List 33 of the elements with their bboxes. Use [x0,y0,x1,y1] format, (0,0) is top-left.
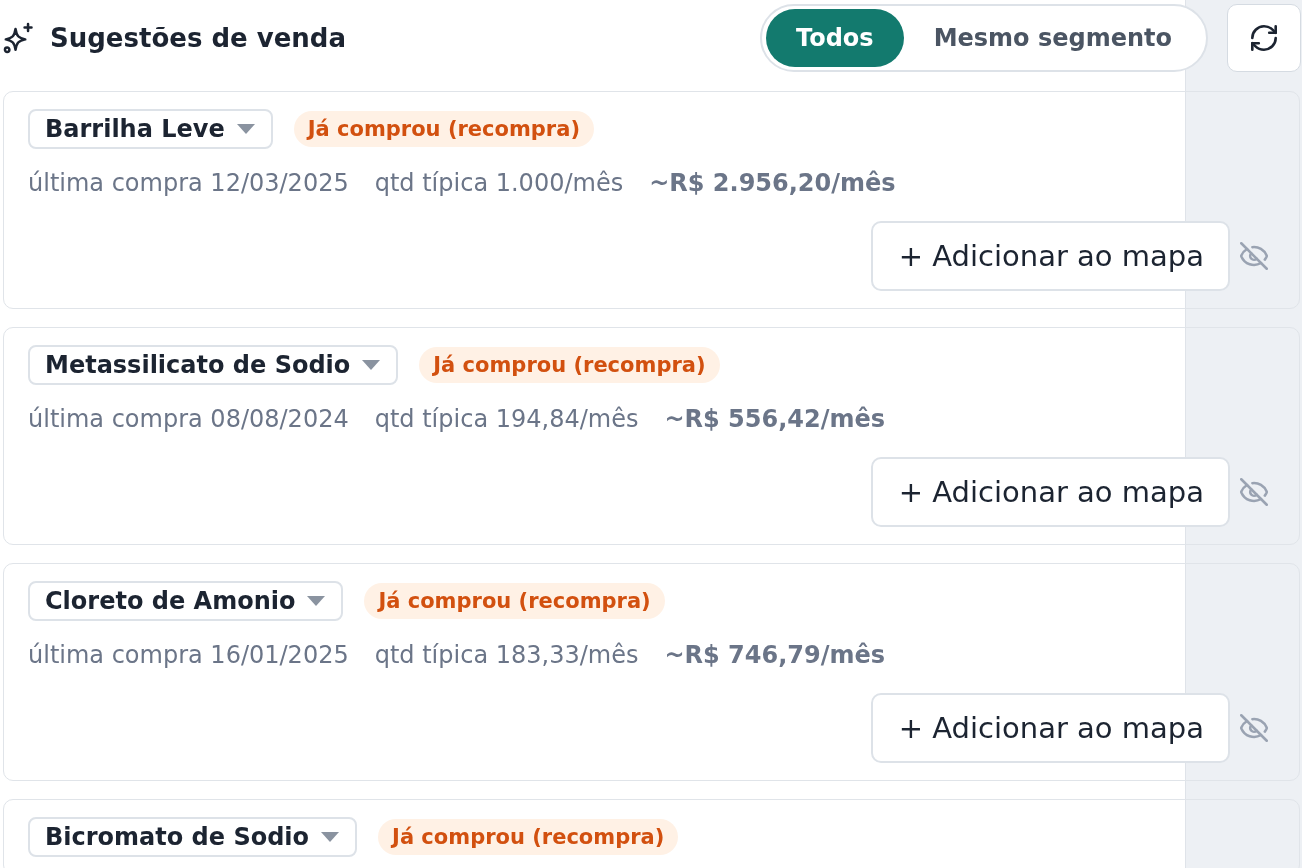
filter-tab[interactable]: Mesmo segmento [903,9,1202,67]
product-dropdown[interactable]: Bicromato de Sodio [28,817,358,857]
last-purchase-text: última compra 08/08/2024 [28,404,349,434]
caret-icon [307,596,326,606]
sparkle-icon [3,22,35,54]
product-dropdown[interactable]: Cloreto de Amonio [28,581,344,621]
add-to-map-button[interactable]: + Adicionar ao mapa [870,457,1230,527]
caret-icon [362,360,381,370]
last-purchase-text: última compra 12/03/2025 [28,168,349,198]
caret-icon [321,832,340,842]
estimated-value-text: ~R$ 746,79/mês [664,640,886,670]
estimated-value-text: ~R$ 556,42/mês [664,404,886,434]
eye-slash-icon[interactable] [1240,242,1268,270]
typical-quantity-text: qtd típica 1.000/mês [374,168,624,198]
purchase-status-badge: Já comprou (recompra) [293,111,594,147]
estimated-value-text: ~R$ 2.956,20/mês [649,168,896,198]
eye-slash-icon[interactable] [1240,714,1268,742]
caret-icon [236,124,255,134]
purchase-status-badge: Já comprou (recompra) [419,347,720,383]
purchase-status-badge: Já comprou (recompra) [378,819,679,855]
panel-title: Sugestões de venda [50,23,346,53]
refresh-button[interactable] [1227,4,1301,72]
eye-slash-icon[interactable] [1240,478,1268,506]
filter-tab[interactable]: Todos [766,9,904,67]
add-to-map-button[interactable]: + Adicionar ao mapa [870,693,1230,763]
product-dropdown[interactable]: Barrilha Leve [28,109,273,149]
add-to-map-button[interactable]: + Adicionar ao mapa [870,221,1230,291]
purchase-status-badge: Já comprou (recompra) [364,583,665,619]
typical-quantity-text: qtd típica 194,84/mês [374,404,639,434]
typical-quantity-text: qtd típica 183,33/mês [374,640,639,670]
refresh-icon [1251,25,1277,51]
product-dropdown[interactable]: Metassilicato de Sodio [28,345,399,385]
last-purchase-text: última compra 16/01/2025 [28,640,349,670]
